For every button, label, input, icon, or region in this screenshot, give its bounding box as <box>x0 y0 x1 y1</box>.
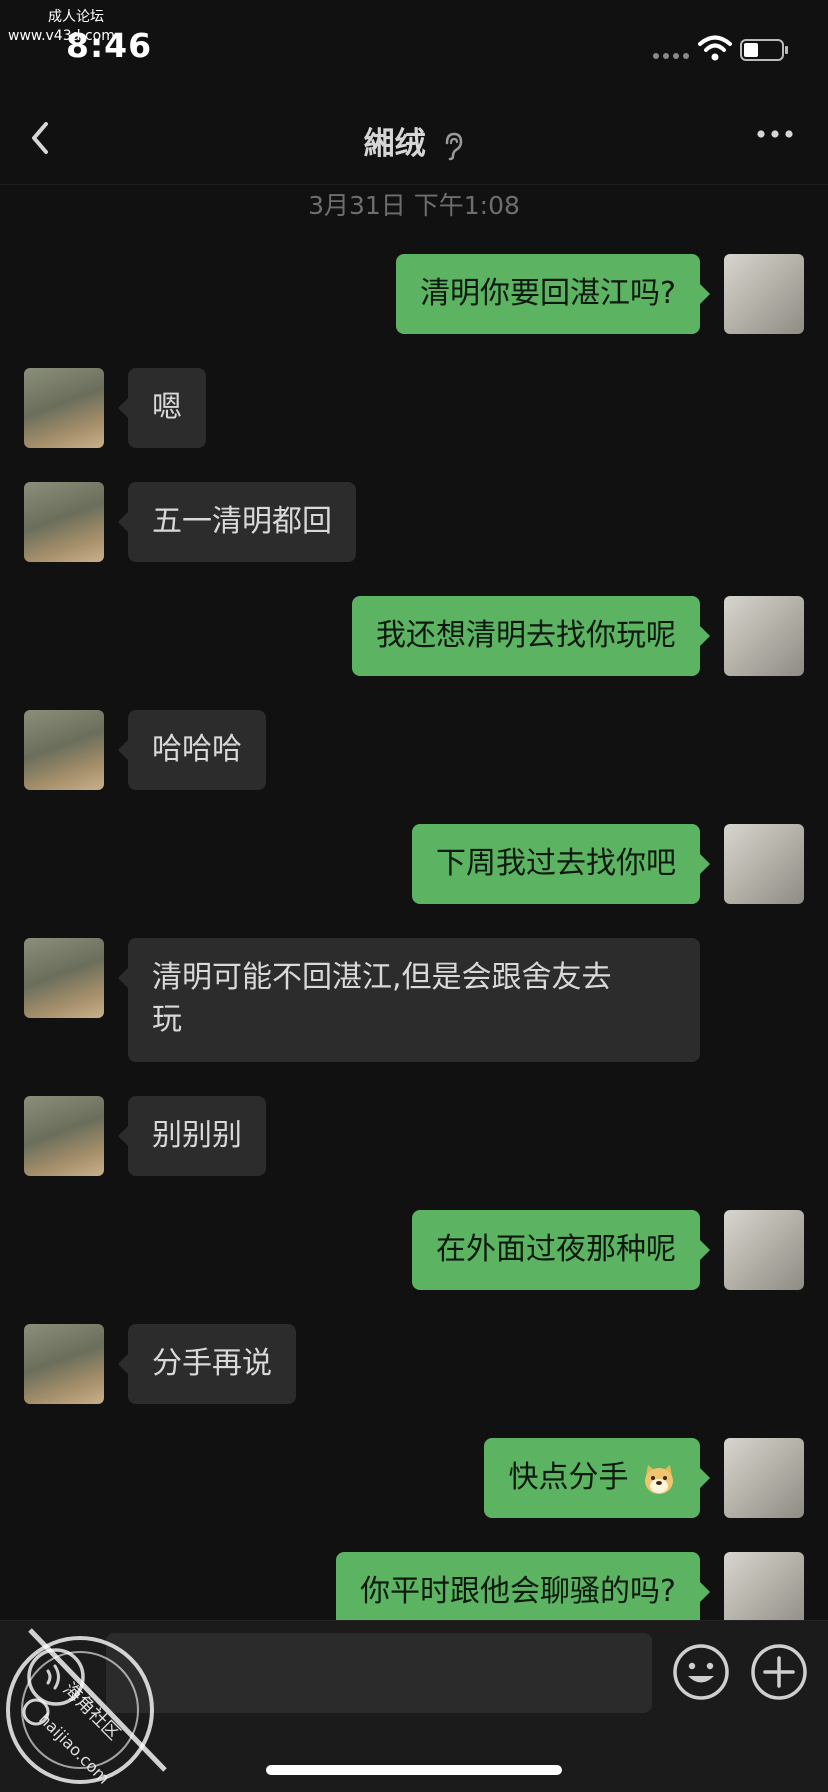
message-text: 哈哈哈 <box>152 732 242 767</box>
message-bubble[interactable]: 五一清明都回 <box>118 482 356 562</box>
chat-screen: 成人论坛 www.v43d.com 8:46 緗绒 3月31日 下午1:08 清… <box>0 0 828 1792</box>
message-text: 你平时跟他会聊骚的吗? <box>360 1574 676 1609</box>
avatar-self[interactable] <box>724 824 804 904</box>
message-text: 清明你要回湛江吗? <box>420 276 676 311</box>
message-text: 清明可能不回湛江,但是会跟舍友去 玩 <box>152 960 612 1037</box>
message-bubble[interactable]: 快点分手 <box>484 1438 710 1518</box>
message-text: 在外面过夜那种呢 <box>436 1232 676 1267</box>
plus-icon[interactable] <box>750 1643 808 1701</box>
input-bar <box>0 1620 828 1792</box>
message-bubble[interactable]: 我还想清明去找你玩呢 <box>352 596 710 676</box>
message-text: 我还想清明去找你玩呢 <box>376 618 676 653</box>
avatar-self[interactable] <box>724 1552 804 1620</box>
message-bubble[interactable]: 你平时跟他会聊骚的吗? <box>336 1552 710 1620</box>
message-text: 分手再说 <box>152 1346 272 1381</box>
doge-emoji-icon <box>645 1464 673 1494</box>
avatar-contact[interactable] <box>24 482 104 562</box>
message-input[interactable] <box>106 1633 652 1713</box>
message-timestamp: 3月31日 下午1:08 <box>308 191 520 220</box>
avatar-contact[interactable] <box>24 938 104 1018</box>
home-indicator[interactable] <box>266 1765 562 1775</box>
avatar-contact[interactable] <box>24 368 104 448</box>
message-text: 别别别 <box>152 1118 242 1153</box>
avatar-contact[interactable] <box>24 710 104 790</box>
emoji-icon[interactable] <box>672 1643 730 1701</box>
message-bubble[interactable]: 下周我过去找你吧 <box>412 824 710 904</box>
message-bubble[interactable]: 哈哈哈 <box>118 710 266 790</box>
avatar-self[interactable] <box>724 1438 804 1518</box>
message-text: 嗯 <box>152 390 182 425</box>
avatar-contact[interactable] <box>24 1096 104 1176</box>
message-text: 五一清明都回 <box>152 504 332 539</box>
avatar-self[interactable] <box>724 596 804 676</box>
message-bubble[interactable]: 分手再说 <box>118 1324 296 1404</box>
message-bubble[interactable]: 清明可能不回湛江,但是会跟舍友去 玩 <box>118 938 700 1062</box>
message-text: 快点分手 <box>508 1460 629 1495</box>
message-bubble[interactable]: 嗯 <box>118 368 206 448</box>
voice-icon[interactable] <box>26 1647 86 1707</box>
message-bubble[interactable]: 别别别 <box>118 1096 266 1176</box>
message-bubble[interactable]: 在外面过夜那种呢 <box>412 1210 710 1290</box>
message-list[interactable]: 3月31日 下午1:08 清明你要回湛江吗? 嗯 五一清明都回 我还想清明去找你… <box>0 0 828 1620</box>
message-text: 下周我过去找你吧 <box>436 846 676 881</box>
avatar-contact[interactable] <box>24 1324 104 1404</box>
avatar-self[interactable] <box>724 254 804 334</box>
avatar-self[interactable] <box>724 1210 804 1290</box>
message-bubble[interactable]: 清明你要回湛江吗? <box>396 254 710 334</box>
